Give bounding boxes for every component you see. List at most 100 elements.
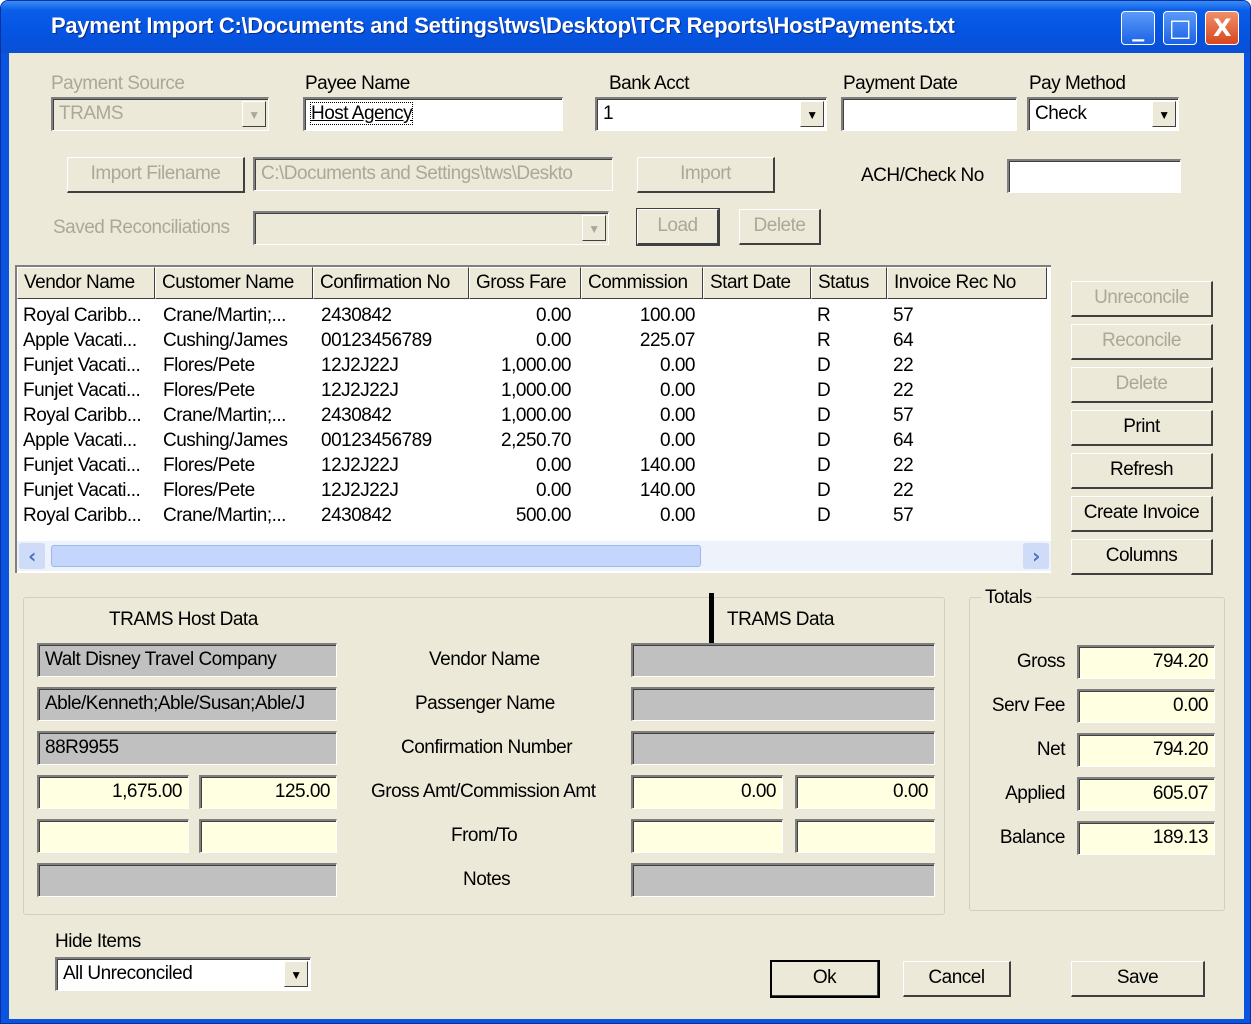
vendor-name-label: Vendor Name — [429, 649, 540, 670]
host-commission-amt-field[interactable]: 125.00 — [199, 775, 337, 809]
payee-name-input[interactable]: Host Agency — [303, 97, 563, 131]
column-header-invoice-rec-no[interactable]: Invoice Rec No — [887, 267, 1047, 299]
column-header-vendor-name[interactable]: Vendor Name — [17, 267, 155, 299]
trams-passenger-field — [631, 687, 935, 721]
column-divider — [709, 593, 714, 645]
saved-reconciliations-label: Saved Reconciliations — [53, 217, 230, 238]
customer-name-cell: Crane/Martin;... — [163, 505, 286, 526]
hide-items-label: Hide Items — [55, 931, 141, 952]
balance-total-field: 189.13 — [1077, 821, 1215, 855]
payment-date-input[interactable] — [841, 97, 1017, 131]
commission-cell: 0.00 — [660, 430, 695, 451]
table-row[interactable]: Apple Vacati... Cushing/James 00123456789 2… — [17, 428, 1047, 453]
scroll-left-icon[interactable]: ‹ — [19, 543, 45, 569]
host-passenger-field: Able/Kenneth;Able/Susan;Able/J — [37, 687, 337, 721]
ok-button[interactable]: Ok — [770, 960, 880, 998]
confirmation-no-cell: 00123456789 — [321, 330, 432, 351]
vendor-name-cell: Apple Vacati... — [23, 430, 137, 451]
column-header-confirmation-no[interactable]: Confirmation No — [313, 267, 469, 299]
status-cell: R — [817, 330, 831, 351]
gross-fare-cell: 0.00 — [536, 480, 571, 501]
refresh-button[interactable]: Refresh — [1071, 453, 1213, 489]
save-button[interactable]: Save — [1071, 961, 1205, 997]
hide-items-dropdown[interactable]: All Unreconciled ▼ — [55, 957, 311, 991]
table-row[interactable]: Funjet Vacati... Flores/Pete 12J2J22J 1,000… — [17, 378, 1047, 403]
table-row[interactable]: Apple Vacati... Cushing/James 00123456789 0… — [17, 328, 1047, 353]
maximize-icon[interactable]: □ — [1163, 11, 1197, 45]
column-header-customer-name[interactable]: Customer Name — [155, 267, 313, 299]
dropdown-arrow-icon[interactable]: ▼ — [1152, 101, 1176, 127]
scrollbar-thumb[interactable] — [51, 545, 701, 567]
commission-cell: 140.00 — [639, 455, 695, 476]
customer-name-cell: Cushing/James — [163, 430, 288, 451]
customer-name-cell: Flores/Pete — [163, 455, 255, 476]
host-passenger-value: Able/Kenneth;Able/Susan;Able/J — [45, 693, 305, 714]
trams-vendor-field — [631, 643, 935, 677]
close-icon[interactable]: X — [1205, 11, 1239, 45]
dialog-body: Payment Source Payee Name Bank Acct Paym… — [9, 53, 1244, 1019]
trams-from-field[interactable] — [631, 819, 783, 853]
customer-name-cell: Flores/Pete — [163, 355, 255, 376]
table-row[interactable]: Royal Caribb... Crane/Martin;... 2430842 50… — [17, 503, 1047, 528]
host-vendor-field: Walt Disney Travel Company — [37, 643, 337, 677]
host-from-field[interactable] — [37, 819, 189, 853]
customer-name-cell: Flores/Pete — [163, 380, 255, 401]
payments-grid[interactable]: Vendor Name Customer Name Confirmation N… — [15, 265, 1051, 573]
vendor-name-cell: Funjet Vacati... — [23, 355, 141, 376]
horizontal-scrollbar[interactable]: ‹ › — [17, 541, 1051, 571]
host-gross-amt-field[interactable]: 1,675.00 — [37, 775, 189, 809]
trams-to-field[interactable] — [795, 819, 935, 853]
table-row[interactable]: Royal Caribb... Crane/Martin;... 2430842 0.… — [17, 303, 1047, 328]
title-bar[interactable]: Payment Import C:\Documents and Settings… — [1, 1, 1250, 53]
minimize-icon[interactable]: _ — [1121, 11, 1155, 45]
confirmation-no-cell: 12J2J22J — [321, 380, 399, 401]
customer-name-cell: Crane/Martin;... — [163, 305, 286, 326]
gross-fare-cell: 500.00 — [515, 505, 571, 526]
column-header-status[interactable]: Status — [811, 267, 887, 299]
create-invoice-button[interactable]: Create Invoice — [1071, 496, 1213, 532]
status-cell: D — [817, 455, 831, 476]
bank-acct-dropdown[interactable]: 1 ▼ — [595, 97, 827, 131]
column-header-gross-fare[interactable]: Gross Fare — [469, 267, 581, 299]
host-confirmation-value: 88R9955 — [45, 737, 119, 758]
ach-check-no-label: ACH/Check No — [861, 165, 984, 186]
status-cell: R — [817, 305, 831, 326]
columns-button[interactable]: Columns — [1071, 539, 1213, 575]
bank-acct-value: 1 — [603, 103, 614, 124]
delete-row-button: Delete — [1071, 367, 1213, 403]
confirmation-no-cell: 2430842 — [321, 405, 392, 426]
column-header-commission[interactable]: Commission — [581, 267, 703, 299]
trams-notes-field — [631, 863, 935, 897]
table-row[interactable]: Funjet Vacati... Flores/Pete 12J2J22J 1,000… — [17, 353, 1047, 378]
gross-fare-cell: 1,000.00 — [501, 405, 571, 426]
host-to-field[interactable] — [199, 819, 337, 853]
net-total-field: 794.20 — [1077, 733, 1215, 767]
trams-confirmation-field — [631, 731, 935, 765]
ach-check-no-input[interactable] — [1007, 159, 1181, 193]
trams-commission-amt-field[interactable]: 0.00 — [795, 775, 935, 809]
trams-data-header: TRAMS Data — [727, 609, 834, 630]
table-row[interactable]: Funjet Vacati... Flores/Pete 12J2J22J 0.00 1… — [17, 478, 1047, 503]
gross-total-value: 794.20 — [1152, 651, 1209, 672]
cancel-button[interactable]: Cancel — [903, 961, 1011, 997]
payment-date-label: Payment Date — [843, 73, 958, 94]
pay-method-dropdown[interactable]: Check ▼ — [1027, 97, 1179, 131]
pay-method-label: Pay Method — [1029, 73, 1126, 94]
dropdown-arrow-icon[interactable]: ▼ — [800, 101, 824, 127]
host-notes-field — [37, 863, 337, 897]
trams-gross-amt-field[interactable]: 0.00 — [631, 775, 783, 809]
table-row[interactable]: Funjet Vacati... Flores/Pete 12J2J22J 0.00 1… — [17, 453, 1047, 478]
hide-items-value: All Unreconciled — [63, 963, 193, 984]
payment-source-label: Payment Source — [51, 73, 185, 94]
dropdown-arrow-icon[interactable]: ▼ — [284, 961, 308, 987]
dropdown-arrow-icon: ▼ — [582, 215, 606, 241]
commission-cell: 0.00 — [660, 380, 695, 401]
scroll-right-icon[interactable]: › — [1023, 543, 1049, 569]
import-button: Import — [637, 157, 775, 193]
table-row[interactable]: Royal Caribb... Crane/Martin;... 2430842 1,… — [17, 403, 1047, 428]
dropdown-arrow-icon: ▼ — [242, 101, 266, 127]
column-header-start-date[interactable]: Start Date — [703, 267, 811, 299]
print-button[interactable]: Print — [1071, 410, 1213, 446]
status-cell: D — [817, 480, 831, 501]
gross-fare-cell: 0.00 — [536, 305, 571, 326]
